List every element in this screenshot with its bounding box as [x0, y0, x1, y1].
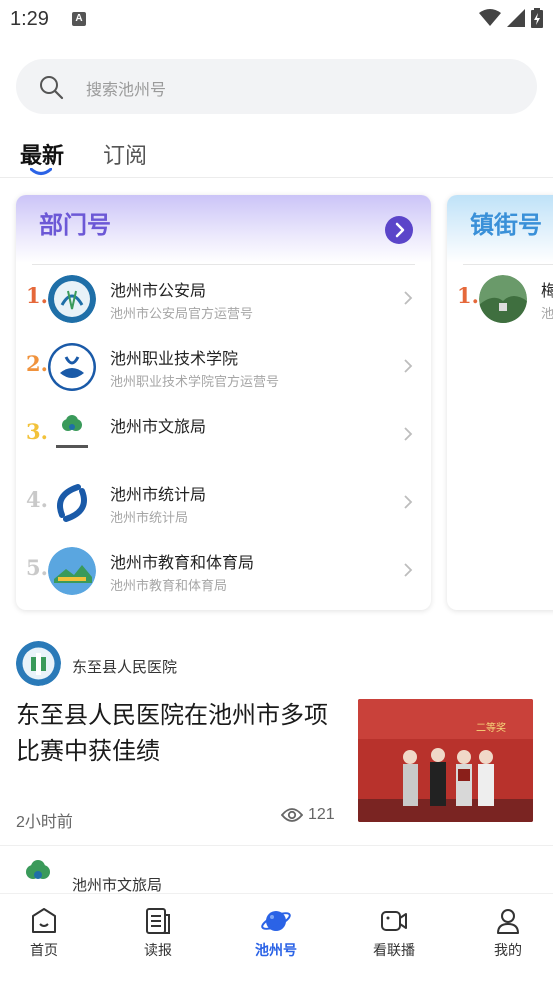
- more-button[interactable]: [385, 216, 413, 244]
- thumb-banner-text: 二等奖: [476, 721, 506, 734]
- wifi-icon: [479, 9, 501, 26]
- card-title: 部门号: [39, 210, 111, 239]
- tourism-avatar: [26, 860, 50, 879]
- rank-desc: 池州职业技术学院官方运营号: [110, 374, 280, 389]
- dept-ranking-card: 部门号 1. 池州市公安局 池州市公安局官方运营号 2. 池州职业技术学院 池州…: [16, 195, 431, 610]
- nav-video[interactable]: 看联播: [354, 906, 434, 960]
- newspaper-icon: [146, 908, 170, 934]
- search-bar[interactable]: 搜索池州号: [16, 59, 537, 114]
- chevron-right-icon: [404, 563, 413, 577]
- view-count: 121: [281, 806, 335, 824]
- rank-item-education[interactable]: 5. 池州市教育和体育局 池州市教育和体育局: [16, 537, 431, 605]
- nav-label: 首页: [30, 942, 58, 958]
- rank-desc: 池: [541, 306, 553, 321]
- rank-name: 池州市统计局: [110, 487, 207, 504]
- nav-label: 池州号: [255, 942, 297, 958]
- home-icon: [32, 908, 56, 933]
- rank-name: 池州市公安局: [110, 283, 207, 300]
- nav-newspaper[interactable]: 读报: [118, 906, 198, 960]
- nav-home[interactable]: 首页: [4, 906, 84, 960]
- status-icons: [479, 8, 543, 28]
- nav-profile[interactable]: 我的: [468, 906, 548, 960]
- notification-icon: A: [72, 12, 86, 26]
- nav-chizhou-hao[interactable]: 池州号: [236, 906, 316, 960]
- rank-item-police[interactable]: 1. 池州市公安局 池州市公安局官方运营号: [16, 265, 431, 333]
- card-header: 部门号: [16, 195, 431, 263]
- search-icon: [40, 76, 64, 100]
- rank-name: 梅: [541, 283, 553, 300]
- town-logo-icon: [479, 275, 527, 323]
- rank-item-town[interactable]: 1. 梅 池: [447, 265, 553, 333]
- card-title: 镇街号: [470, 210, 542, 239]
- rank-name: 池州市教育和体育局: [110, 555, 255, 572]
- statistics-logo-icon: [48, 479, 96, 527]
- rank-name: 池州市文旅局: [110, 419, 207, 436]
- search-placeholder: 搜索池州号: [86, 82, 167, 99]
- article-title[interactable]: 东至县人民医院在池州市多项比赛中获佳绩: [16, 697, 351, 769]
- article-author[interactable]: 东至县人民医院: [16, 641, 537, 689]
- view-count-value: 121: [308, 806, 335, 823]
- rank-number: 1.: [26, 283, 48, 308]
- rank-item-college[interactable]: 2. 池州职业技术学院 池州职业技术学院官方运营号: [16, 333, 431, 401]
- hospital-avatar: [16, 641, 61, 686]
- education-logo-icon: [48, 547, 96, 595]
- signal-icon: [507, 9, 525, 27]
- article-thumbnail[interactable]: 二等奖: [358, 699, 533, 822]
- chevron-right-icon: [404, 427, 413, 441]
- tab-latest[interactable]: 最新: [20, 138, 64, 170]
- author-name: 池州市文旅局: [72, 876, 163, 894]
- tourism-logo-icon: [48, 411, 96, 459]
- nav-label: 看联播: [373, 942, 415, 958]
- divider: [0, 845, 553, 846]
- status-bar: 1:29 A: [0, 0, 553, 38]
- rank-number: 3.: [26, 419, 48, 444]
- profile-icon: [497, 909, 519, 934]
- planet-icon: [261, 911, 291, 931]
- rank-item-tourism[interactable]: 3. 池州市文旅局: [16, 401, 431, 469]
- rank-number: 2.: [26, 351, 48, 376]
- tab-subscribe[interactable]: 订阅: [103, 138, 147, 170]
- nav-label: 我的: [494, 942, 522, 958]
- rank-desc: 池州市教育和体育局: [110, 578, 228, 593]
- rank-number: 5.: [26, 555, 48, 580]
- tab-active-indicator: [30, 168, 52, 175]
- battery-icon: [531, 8, 543, 28]
- chevron-right-icon: [404, 359, 413, 373]
- status-time: 1:29: [10, 8, 49, 30]
- next-article-author[interactable]: 池州市文旅局: [16, 858, 537, 898]
- article-time: 2小时前: [16, 814, 73, 831]
- tab-bar: 最新 订阅: [0, 130, 553, 178]
- rank-item-statistics[interactable]: 4. 池州市统计局 池州市统计局: [16, 469, 431, 537]
- rank-desc: 池州市统计局: [110, 510, 189, 525]
- eye-icon: [281, 808, 303, 822]
- video-icon: [381, 911, 407, 931]
- chevron-right-icon: [404, 291, 413, 305]
- college-logo-icon: [48, 343, 96, 391]
- card-header: 镇街号: [447, 195, 553, 263]
- chevron-right-icon: [395, 222, 405, 238]
- nav-label: 读报: [144, 942, 172, 958]
- rank-name: 池州职业技术学院: [110, 351, 239, 368]
- rank-desc: 池州市公安局官方运营号: [110, 306, 254, 321]
- bottom-nav: 首页 读报 池州号 看联播 我的: [0, 893, 553, 983]
- rank-number: 1.: [457, 283, 479, 308]
- police-logo-icon: [48, 275, 96, 323]
- author-name: 东至县人民医院: [72, 658, 178, 676]
- town-ranking-card[interactable]: 镇街号 1. 梅 池: [447, 195, 553, 610]
- chevron-right-icon: [404, 495, 413, 509]
- rank-number: 4.: [26, 487, 48, 512]
